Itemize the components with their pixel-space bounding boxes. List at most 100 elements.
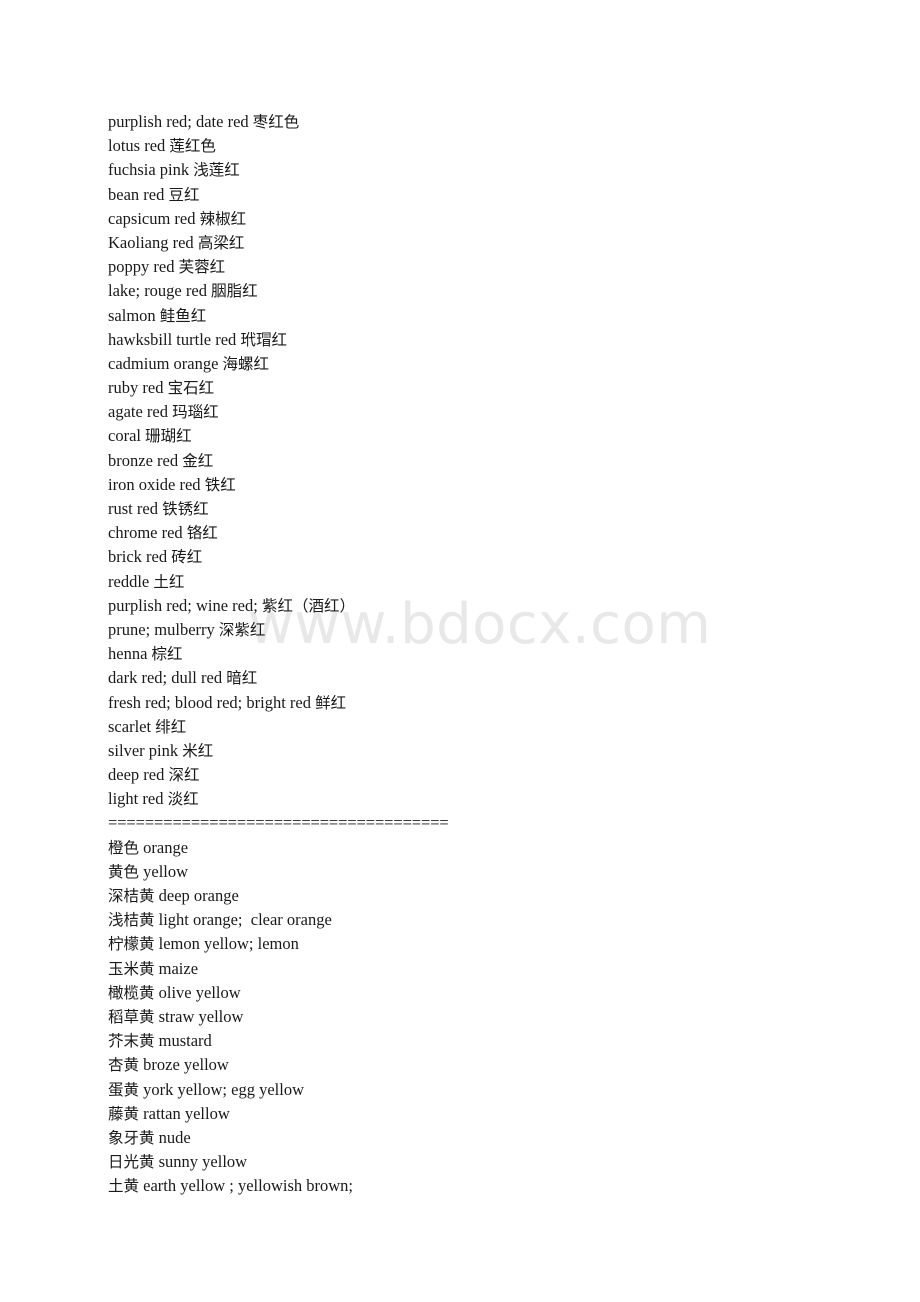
color-term-chinese: 鲑鱼红 xyxy=(159,306,207,325)
color-term-english: hawksbill turtle red xyxy=(108,329,241,349)
document-page: www.bdocx.com purplish red; date red 枣红色… xyxy=(0,0,920,1302)
color-term-line: 日光黄 sunny yellow xyxy=(108,1150,868,1174)
color-term-chinese: 稻草黄 xyxy=(108,1007,155,1026)
color-term-chinese: 蛋黄 xyxy=(108,1080,140,1099)
color-term-english: iron oxide red xyxy=(108,474,205,494)
color-term-chinese: 辣椒红 xyxy=(199,209,247,228)
color-term-line: brick red 砖红 xyxy=(108,545,868,569)
color-term-line: iron oxide red 铁红 xyxy=(108,473,868,497)
color-term-english: poppy red xyxy=(108,257,179,277)
color-term-chinese: 枣红色 xyxy=(252,113,300,131)
section-orange-yellow-colors: 橙色 orange 黄色 yellow 深桔黄 deep orange 浅桔黄 lig… xyxy=(108,836,868,1199)
color-term-english: scarlet xyxy=(108,716,156,736)
color-term-english: prune; mulberry xyxy=(108,619,219,639)
color-term-english: coral xyxy=(108,426,146,446)
color-term-chinese: 深紫红 xyxy=(218,620,266,639)
color-term-line: bean red 豆红 xyxy=(108,183,868,207)
color-term-line: 蛋黄 york yellow; egg yellow xyxy=(108,1078,868,1102)
color-term-chinese: 芥末黄 xyxy=(108,1032,155,1051)
color-term-line: silver pink 米红 xyxy=(108,739,868,763)
color-term-line: 稻草黄 straw yellow xyxy=(108,1005,868,1029)
section-red-colors: purplish red; date red 枣红色 lotus red 莲红色 f… xyxy=(108,110,868,811)
color-term-english: ruby red xyxy=(108,378,168,398)
color-term-line: reddle 土红 xyxy=(108,570,868,594)
color-term-chinese: 宝石红 xyxy=(167,379,215,398)
color-term-english: nude xyxy=(154,1127,191,1147)
color-term-english: fuchsia pink xyxy=(108,160,194,180)
color-term-english: olive yellow xyxy=(154,982,241,1002)
color-term-english: rust red xyxy=(108,499,163,518)
color-term-english: henna xyxy=(108,644,152,664)
color-term-line: lake; rouge red 胭脂红 xyxy=(108,279,868,303)
color-term-chinese: 深红 xyxy=(168,766,200,785)
color-term-line: 玉米黄 maize xyxy=(108,957,868,981)
color-term-english: straw yellow xyxy=(154,1006,244,1026)
color-term-chinese: 藤黄 xyxy=(108,1104,140,1123)
color-term-chinese: 土红 xyxy=(153,572,185,591)
color-term-english: capsicum red xyxy=(108,208,200,228)
color-term-chinese: 紫红（酒红） xyxy=(261,596,355,615)
color-term-line: deep red 深红 xyxy=(108,763,868,787)
color-term-chinese: 玛瑙红 xyxy=(172,403,219,422)
color-term-chinese: 象牙黄 xyxy=(108,1128,155,1147)
color-term-line: 黄色 yellow xyxy=(108,860,868,884)
color-term-line: scarlet 绯红 xyxy=(108,715,868,739)
color-term-english: mustard xyxy=(154,1031,212,1051)
color-term-english: rattan yellow xyxy=(139,1103,230,1123)
color-term-line: 橄榄黄 olive yellow xyxy=(108,981,868,1005)
color-term-chinese: 玉米黄 xyxy=(108,959,155,978)
color-term-chinese: 高梁红 xyxy=(197,233,245,252)
color-term-chinese: 芙蓉红 xyxy=(178,258,226,277)
color-term-chinese: 玳瑁红 xyxy=(240,330,287,349)
color-term-english: york yellow; egg yellow xyxy=(139,1079,304,1099)
color-term-line: 柠檬黄 lemon yellow; lemon xyxy=(108,932,868,956)
color-term-english: reddle xyxy=(108,571,154,591)
color-term-chinese: 珊瑚红 xyxy=(145,427,192,446)
color-term-line: light red 淡红 xyxy=(108,787,868,811)
color-term-english: maize xyxy=(154,958,199,978)
color-term-english: chrome red xyxy=(108,523,187,543)
color-term-english: sunny yellow xyxy=(154,1152,248,1172)
color-term-line: capsicum red 辣椒红 xyxy=(108,207,868,231)
color-term-english: bean red xyxy=(108,184,169,204)
color-term-line: hawksbill turtle red 玳瑁红 xyxy=(108,328,868,352)
color-term-english: deep red xyxy=(108,765,169,785)
color-term-chinese: 橄榄黄 xyxy=(108,983,155,1002)
color-term-chinese: 橙色 xyxy=(108,838,140,857)
color-term-line: henna 棕红 xyxy=(108,642,868,666)
color-term-line: 芥末黄 mustard xyxy=(108,1029,868,1053)
color-term-english: silver pink xyxy=(108,740,183,760)
color-term-line: 土黄 earth yellow ; yellowish brown; xyxy=(108,1174,868,1198)
color-term-line: 深桔黄 deep orange xyxy=(108,884,868,908)
color-term-chinese: 铁锈红 xyxy=(162,500,209,518)
color-term-english: deep orange xyxy=(154,886,239,905)
color-term-english: lotus red xyxy=(108,136,170,156)
color-term-chinese: 铁红 xyxy=(204,475,236,494)
color-term-chinese: 海螺红 xyxy=(222,354,270,373)
color-term-line: poppy red 芙蓉红 xyxy=(108,255,868,279)
color-term-line: lotus red 莲红色 xyxy=(108,134,868,158)
color-term-chinese: 杏黄 xyxy=(108,1056,140,1075)
color-term-chinese: 胭脂红 xyxy=(211,282,258,301)
color-term-line: cadmium orange 海螺红 xyxy=(108,352,868,376)
color-term-english: agate red xyxy=(108,402,173,422)
color-term-chinese: 莲红色 xyxy=(169,137,216,156)
color-term-english: light orange; clear orange xyxy=(154,910,332,930)
color-term-line: bronze red 金红 xyxy=(108,449,868,473)
color-term-line: dark red; dull red 暗红 xyxy=(108,666,868,690)
color-term-chinese: 土黄 xyxy=(108,1177,140,1196)
color-term-chinese: 浅莲红 xyxy=(193,161,240,180)
color-term-line: salmon 鲑鱼红 xyxy=(108,304,868,328)
color-term-line: 杏黄 broze yellow xyxy=(108,1053,868,1077)
color-term-line: 浅桔黄 light orange; clear orange xyxy=(108,908,868,932)
color-term-chinese: 黄色 xyxy=(108,862,140,881)
color-term-line: coral 珊瑚红 xyxy=(108,424,868,448)
color-term-english: lemon yellow; lemon xyxy=(154,934,299,954)
color-term-english: salmon xyxy=(108,305,160,325)
color-term-line: prune; mulberry 深紫红 xyxy=(108,618,868,642)
color-term-chinese: 鲜红 xyxy=(315,693,347,712)
color-term-english: dark red; dull red xyxy=(108,668,227,688)
color-term-line: ruby red 宝石红 xyxy=(108,376,868,400)
color-term-chinese: 绯红 xyxy=(155,717,187,736)
color-term-line: rust red 铁锈红 xyxy=(108,497,868,521)
